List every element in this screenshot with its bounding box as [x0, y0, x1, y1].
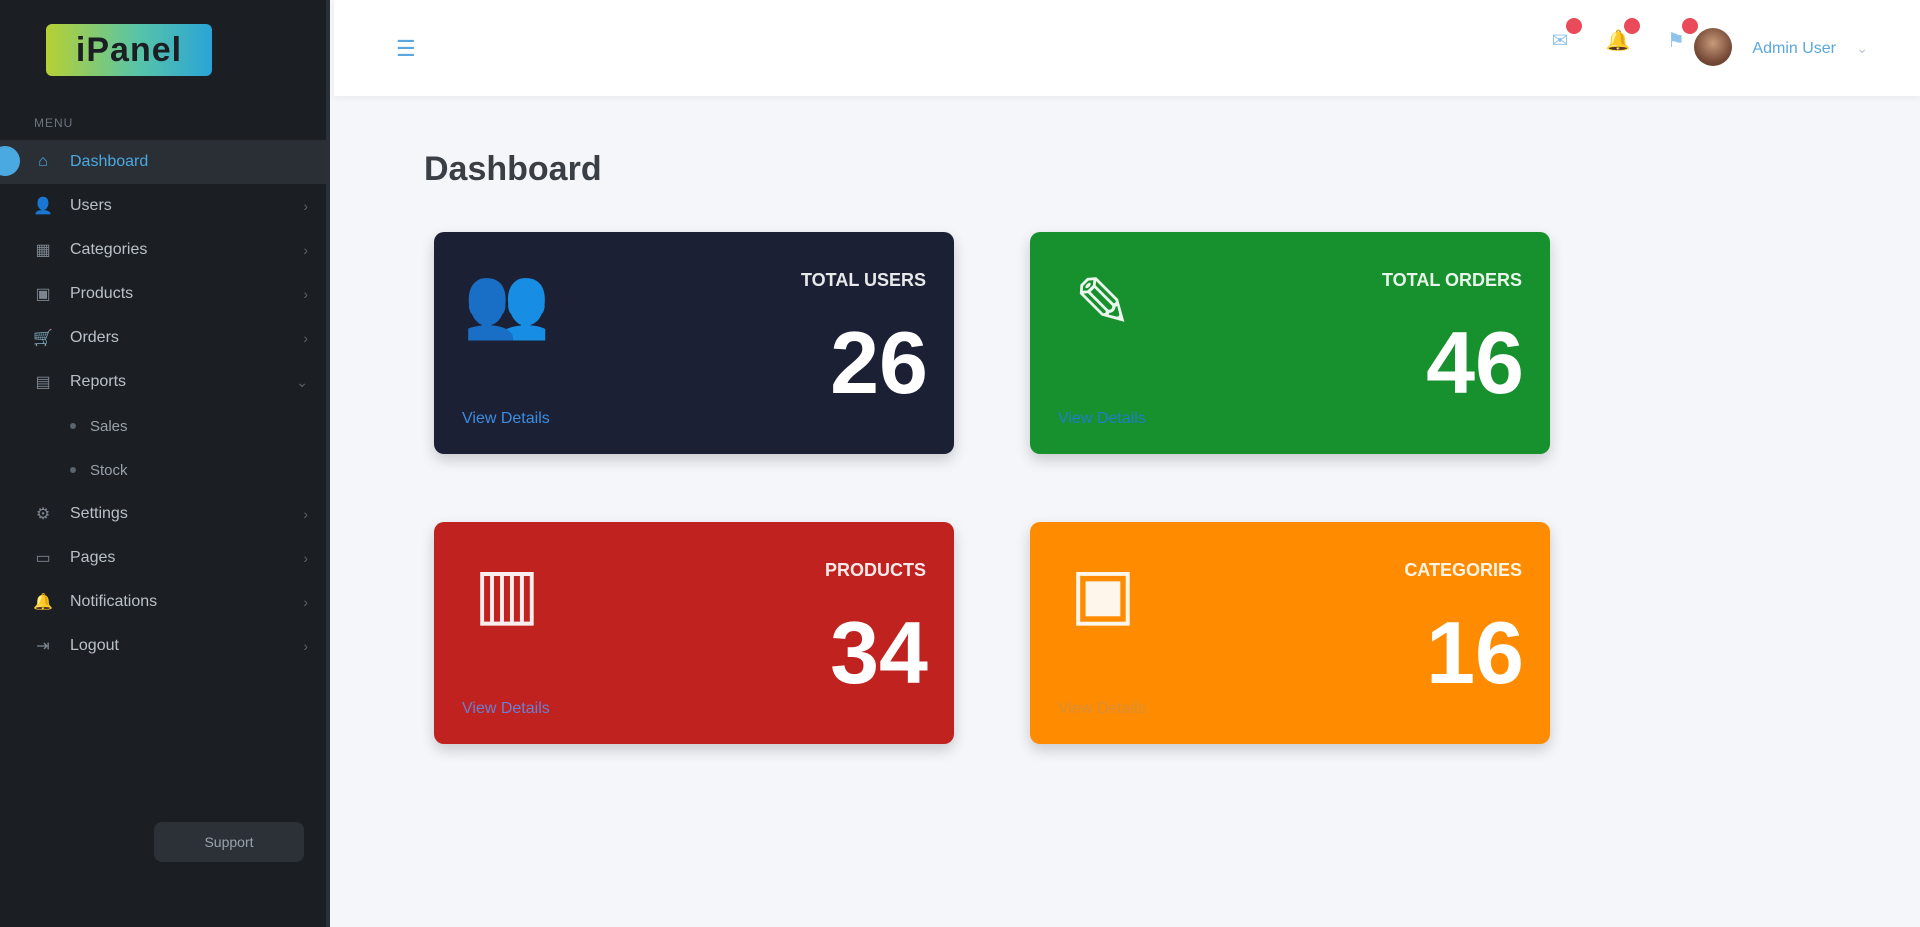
- stat-card-value: 16: [1426, 603, 1524, 702]
- chevron-right-icon: ›: [303, 638, 308, 654]
- sidebar-footer-button[interactable]: Support: [154, 822, 304, 862]
- page-title: Dashboard: [424, 150, 602, 188]
- stat-card-link[interactable]: View Details: [462, 410, 550, 428]
- bell-icon: 🔔: [33, 594, 53, 611]
- box-icon: ▣: [1069, 554, 1137, 632]
- sidebar-item-pages[interactable]: ▭ Pages ›: [0, 536, 326, 580]
- bell-icon[interactable]: 🔔: [1604, 18, 1640, 54]
- gear-icon: ⚙: [35, 506, 51, 523]
- sidebar-item-label: Stock: [90, 461, 128, 479]
- stat-card-users[interactable]: 👥 TOTAL USERS 26 View Details: [434, 232, 954, 454]
- sidebar-item-label: Logout: [70, 637, 119, 654]
- topbar: ☰ ✉ 🔔 ⚑ Admin User ⌄: [334, 0, 1920, 96]
- chevron-right-icon: ›: [303, 198, 308, 214]
- sidebar-subitem-sales[interactable]: Sales: [0, 404, 326, 448]
- sidebar-item-label: Reports: [70, 373, 127, 390]
- sidebar-item-label: Settings: [70, 505, 128, 522]
- chevron-right-icon: ›: [303, 242, 308, 258]
- sidebar-item-label: Products: [70, 285, 134, 302]
- sidebar-item-orders[interactable]: 🛒 Orders ›: [0, 316, 326, 360]
- sidebar-item-label: Users: [70, 197, 112, 214]
- sidebar-nav: ⌂ Dashboard 👤 Users › ▦ Categories › ▣ P…: [0, 140, 326, 668]
- sidebar-item-label: Categories: [70, 241, 148, 258]
- notification-badge: [1624, 18, 1640, 34]
- bullet-icon: [70, 423, 76, 429]
- stat-card-link[interactable]: View Details: [1058, 700, 1146, 718]
- chevron-right-icon: ›: [303, 286, 308, 302]
- notification-badge: [1566, 18, 1582, 34]
- box-icon: ▣: [35, 286, 51, 303]
- flag-glyph: ⚑: [1667, 29, 1685, 52]
- stat-card-products[interactable]: ▥ PRODUCTS 34 View Details: [434, 522, 954, 744]
- sidebar-item-notifications[interactable]: 🔔 Notifications ›: [0, 580, 326, 624]
- sidebar-item-reports[interactable]: ▤ Reports ⌄: [0, 360, 326, 404]
- sidebar-subitem-stock[interactable]: Stock: [0, 448, 326, 492]
- notification-badge: [1682, 18, 1698, 34]
- stat-card-link[interactable]: View Details: [462, 700, 550, 718]
- sidebar-item-label: Dashboard: [70, 153, 149, 170]
- sidebar-item-categories[interactable]: ▦ Categories ›: [0, 228, 326, 272]
- pencil-icon: ✎: [1073, 264, 1133, 342]
- sidebar-item-label: Orders: [70, 329, 119, 346]
- chevron-down-icon[interactable]: ⌄: [1856, 40, 1868, 57]
- stat-card-link[interactable]: View Details: [1058, 410, 1146, 428]
- sidebar-item-label: Notifications: [70, 593, 158, 610]
- chevron-down-icon: ⌄: [296, 373, 308, 390]
- stat-card-value: 34: [830, 603, 928, 702]
- users-icon: 👥: [463, 263, 551, 341]
- avatar[interactable]: [1694, 28, 1732, 66]
- chevron-right-icon: ›: [303, 330, 308, 346]
- cart-icon: 🛒: [33, 330, 53, 347]
- chevron-right-icon: ›: [303, 550, 308, 566]
- stat-card-label: TOTAL ORDERS: [1381, 270, 1522, 290]
- app-logo[interactable]: iPanel: [46, 24, 212, 76]
- topbar-icons: ✉ 🔔 ⚑: [1546, 18, 1698, 54]
- sidebar-item-label: Pages: [70, 549, 116, 566]
- mail-glyph: ✉: [1551, 29, 1569, 52]
- sidebar-item-products[interactable]: ▣ Products ›: [0, 272, 326, 316]
- sidebar-item-label: Sales: [90, 417, 128, 435]
- stat-card-orders[interactable]: ✎ TOTAL ORDERS 46 View Details: [1030, 232, 1550, 454]
- nav-section-label: MENU: [34, 116, 74, 130]
- stat-card-label: CATEGORIES: [1404, 560, 1522, 580]
- folder-icon: ▦: [35, 242, 51, 259]
- stat-card-value: 26: [830, 313, 928, 412]
- hamburger-icon[interactable]: ☰: [396, 36, 416, 62]
- chart-icon: ▤: [35, 374, 51, 391]
- user-name[interactable]: Admin User: [1752, 40, 1836, 58]
- stat-card-categories[interactable]: ▣ CATEGORIES 16 View Details: [1030, 522, 1550, 744]
- home-icon: ⌂: [38, 153, 48, 170]
- bullet-icon: [70, 467, 76, 473]
- users-icon: 👤: [33, 198, 53, 215]
- sidebar-item-dashboard[interactable]: ⌂ Dashboard: [0, 140, 326, 184]
- sidebar-item-users[interactable]: 👤 Users ›: [0, 184, 326, 228]
- chevron-right-icon: ›: [303, 594, 308, 610]
- flag-icon[interactable]: ⚑: [1662, 18, 1698, 54]
- stat-card-label: TOTAL USERS: [800, 270, 926, 290]
- sidebar-item-logout[interactable]: ⇥ Logout ›: [0, 624, 326, 668]
- active-indicator: [0, 146, 20, 176]
- mail-icon[interactable]: ✉: [1546, 18, 1582, 54]
- chart-icon: ▥: [473, 554, 541, 632]
- chevron-right-icon: ›: [303, 506, 308, 522]
- sidebar-item-settings[interactable]: ⚙ Settings ›: [0, 492, 326, 536]
- stat-card-value: 46: [1426, 313, 1524, 412]
- sidebar: iPanel MENU ⌂ Dashboard 👤 Users › ▦ Cate…: [0, 0, 330, 927]
- logout-icon: ⇥: [36, 638, 50, 655]
- stat-card-label: PRODUCTS: [824, 560, 926, 580]
- file-icon: ▭: [35, 550, 51, 567]
